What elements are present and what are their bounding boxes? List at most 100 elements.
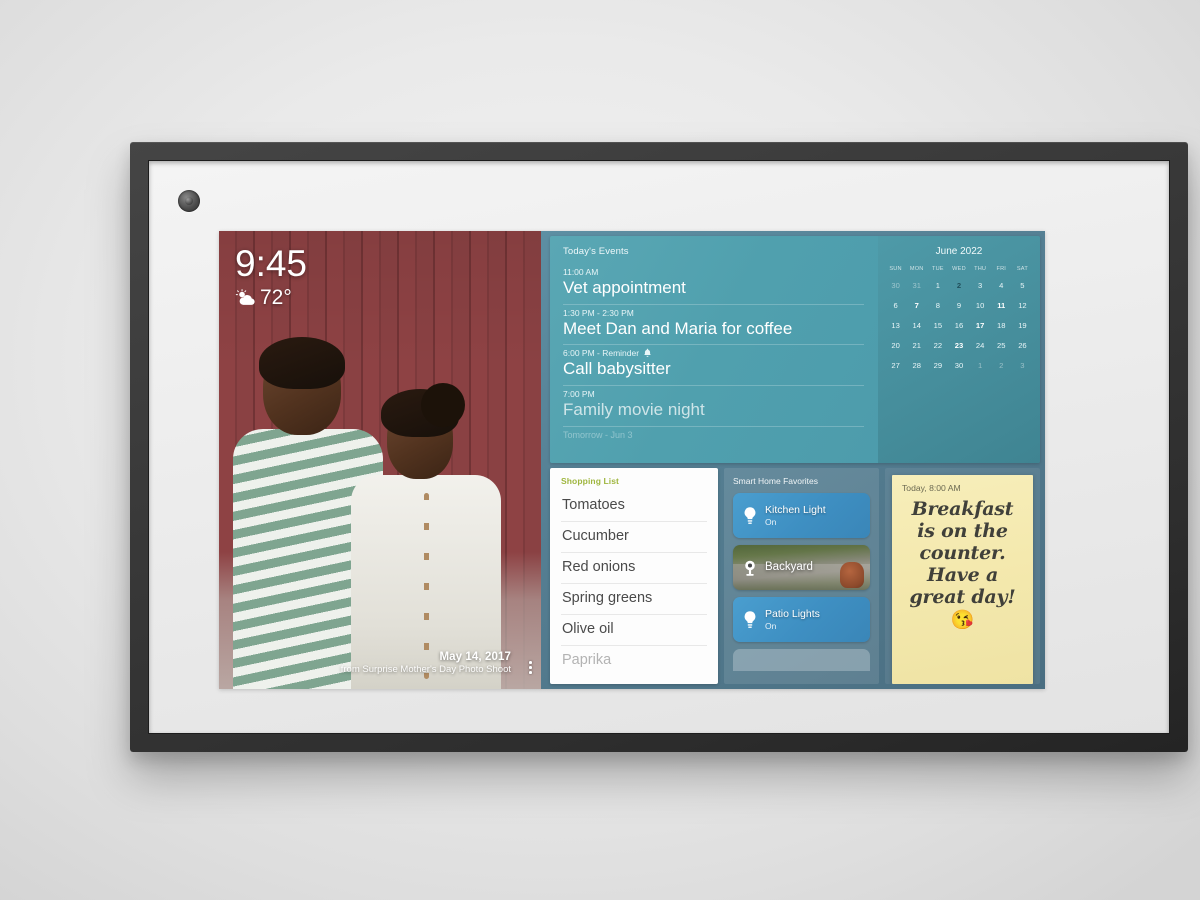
event-title: Meet Dan and Maria for coffee: [563, 318, 793, 338]
calendar-day[interactable]: 18: [991, 318, 1012, 334]
calendar-day[interactable]: 10: [970, 298, 991, 314]
shopping-list-item[interactable]: Olive oil: [561, 615, 707, 646]
calendar-weekday: SUN: [889, 266, 902, 272]
events-list: 11:00 AM Vet appointment 1:30 PM - 2:30 PM…: [563, 264, 864, 427]
shopping-list-items: Tomatoes Cucumber Red onions Spring greens O…: [561, 491, 707, 676]
calendar-day[interactable]: 9: [948, 298, 969, 314]
smart-home-device-state: On: [765, 621, 777, 632]
calendar-day[interactable]: 19: [1012, 318, 1033, 334]
calendar-day[interactable]: 30: [885, 278, 906, 294]
event-title: Vet appointment: [563, 278, 686, 297]
calendar-week-row: 13 14 15 16 17 18 19: [885, 318, 1033, 338]
calendar-day[interactable]: 17: [970, 318, 991, 334]
events-next-day-label: Tomorrow - Jun 3: [563, 427, 864, 446]
event-item[interactable]: 6:00 PM - Reminder Call babysitter: [563, 345, 864, 387]
shopping-list-widget[interactable]: Shopping List Tomatoes Cucumber Red onions…: [550, 468, 718, 684]
sun-behind-cloud-icon: [235, 289, 255, 305]
smart-home-device-state: On: [765, 517, 777, 528]
calendar-day[interactable]: 3: [970, 278, 991, 294]
calendar-day[interactable]: 11: [991, 298, 1012, 314]
calendar-day[interactable]: 30: [948, 358, 969, 374]
sticky-note-line: Breakfast: [911, 498, 1014, 520]
calendar-day[interactable]: 29: [927, 358, 948, 374]
calendar-weekday: WED: [952, 266, 966, 272]
sticky-note-message: Breakfast is on the counter. Have a great da…: [902, 498, 1023, 608]
sticky-note-widget[interactable]: Today, 8:00 AM Breakfast is on the counter…: [885, 468, 1040, 684]
lightbulb-icon: [744, 610, 756, 628]
weather-widget[interactable]: 72°: [235, 286, 307, 310]
overflow-menu-icon[interactable]: [529, 661, 532, 674]
calendar-day[interactable]: 5: [1012, 278, 1033, 294]
photo-album-source: from Surprise Mother's Day Photo Shoot: [340, 664, 511, 675]
smart-home-tile[interactable]: Patio Lights On: [733, 597, 870, 642]
calendar-day[interactable]: 27: [885, 358, 906, 374]
display-screen: 9:45 72° May 14, 2017 from Surprise Moth…: [219, 231, 1045, 689]
event-title: Call babysitter: [563, 359, 671, 379]
event-title: Family movie night: [563, 400, 705, 420]
shopping-list-item[interactable]: Tomatoes: [561, 491, 707, 522]
calendar-weekday: FRI: [996, 266, 1007, 272]
smart-home-tiles: Kitchen Light On Backyard Patio Lights On: [733, 493, 870, 671]
smart-home-tile[interactable]: Kitchen Light On: [733, 493, 870, 538]
calendar-day[interactable]: 3: [1012, 358, 1033, 374]
calendar-day[interactable]: 13: [885, 318, 906, 334]
bell-icon: [644, 349, 651, 358]
calendar-week-row: 30 31 1 2 3 4 5: [885, 278, 1033, 298]
calendar-day[interactable]: 21: [906, 338, 927, 354]
calendar-day[interactable]: 1: [970, 358, 991, 374]
calendar-day[interactable]: 23: [948, 338, 969, 354]
smart-home-tile-text: Kitchen Light On: [765, 504, 826, 527]
calendar-day-today[interactable]: 2: [948, 278, 969, 294]
calendar-day[interactable]: 6: [885, 298, 906, 314]
calendar-day[interactable]: 8: [927, 298, 948, 314]
calendar-day[interactable]: 14: [906, 318, 927, 334]
calendar-day[interactable]: 22: [927, 338, 948, 354]
shopping-list-item[interactable]: Cucumber: [561, 522, 707, 553]
shopping-list-item[interactable]: Spring greens: [561, 584, 707, 615]
calendar-day[interactable]: 25: [991, 338, 1012, 354]
calendar-day[interactable]: 28: [906, 358, 927, 374]
smart-home-tile-text: Patio Lights On: [765, 608, 820, 631]
calendar-weekday: MON: [909, 266, 924, 272]
calendar-week-row: 27 28 29 30 1 2 3: [885, 358, 1033, 378]
calendar-day[interactable]: 20: [885, 338, 906, 354]
calendar-day[interactable]: 2: [991, 358, 1012, 374]
smart-home-tile[interactable]: Backyard: [733, 545, 870, 590]
calendar-week-row: 6 7 8 9 10 11 12: [885, 298, 1033, 318]
calendar-day[interactable]: 1: [927, 278, 948, 294]
calendar-weekday-header: SUN MON TUE WED THU FRI SAT: [885, 266, 1033, 278]
smart-home-widget[interactable]: Smart Home Favorites Kitchen Light On Back…: [724, 468, 879, 684]
event-meta: 1:30 PM - 2:30 PM: [563, 307, 634, 318]
camera-lens-icon: [178, 190, 200, 212]
calendar-day[interactable]: 4: [991, 278, 1012, 294]
calendar-day[interactable]: 24: [970, 338, 991, 354]
event-item[interactable]: 11:00 AM Vet appointment: [563, 264, 864, 305]
calendar-month-label: June 2022: [935, 246, 983, 257]
photo-widget[interactable]: 9:45 72° May 14, 2017 from Surprise Moth…: [219, 231, 541, 689]
calendar-week-row: 20 21 22 23 24 25 26: [885, 338, 1033, 358]
calendar-day[interactable]: 15: [927, 318, 948, 334]
sticky-note-timestamp: Today, 8:00 AM: [902, 483, 961, 493]
event-meta: 11:00 AM: [563, 267, 599, 277]
clock-time: 9:45: [235, 243, 308, 284]
calendar-day[interactable]: 12: [1012, 298, 1033, 314]
month-calendar[interactable]: June 2022 SUN MON TUE WED THU FRI SAT 30 31 1 2 3 4…: [878, 236, 1040, 463]
todays-events-panel[interactable]: Today's Events 11:00 AM Vet appointment 1:…: [550, 236, 878, 463]
sticky-note-emoji: 😘: [950, 610, 975, 632]
sticky-note-line: Have a: [926, 564, 999, 587]
shopping-list-item[interactable]: Paprika: [561, 646, 707, 676]
calendar-day[interactable]: 7: [906, 298, 927, 314]
shopping-list-item[interactable]: Red onions: [561, 553, 707, 584]
event-item[interactable]: 7:00 PM Family movie night: [563, 386, 864, 427]
event-meta: 6:00 PM - Reminder: [563, 348, 864, 358]
event-item[interactable]: 1:30 PM - 2:30 PM Meet Dan and Maria for …: [563, 305, 864, 346]
smart-home-device-name: Patio Lights: [765, 607, 820, 620]
calendar-weekday: THU: [974, 266, 987, 272]
calendar-day[interactable]: 26: [1012, 338, 1033, 354]
smart-home-tile-partial: [733, 649, 870, 671]
sticky-note-line: counter.: [919, 542, 1006, 565]
calendar-weekday: TUE: [931, 266, 944, 272]
calendar-day[interactable]: 16: [948, 318, 969, 334]
clock-widget: 9:45 72°: [235, 245, 307, 310]
calendar-day[interactable]: 31: [906, 278, 927, 294]
